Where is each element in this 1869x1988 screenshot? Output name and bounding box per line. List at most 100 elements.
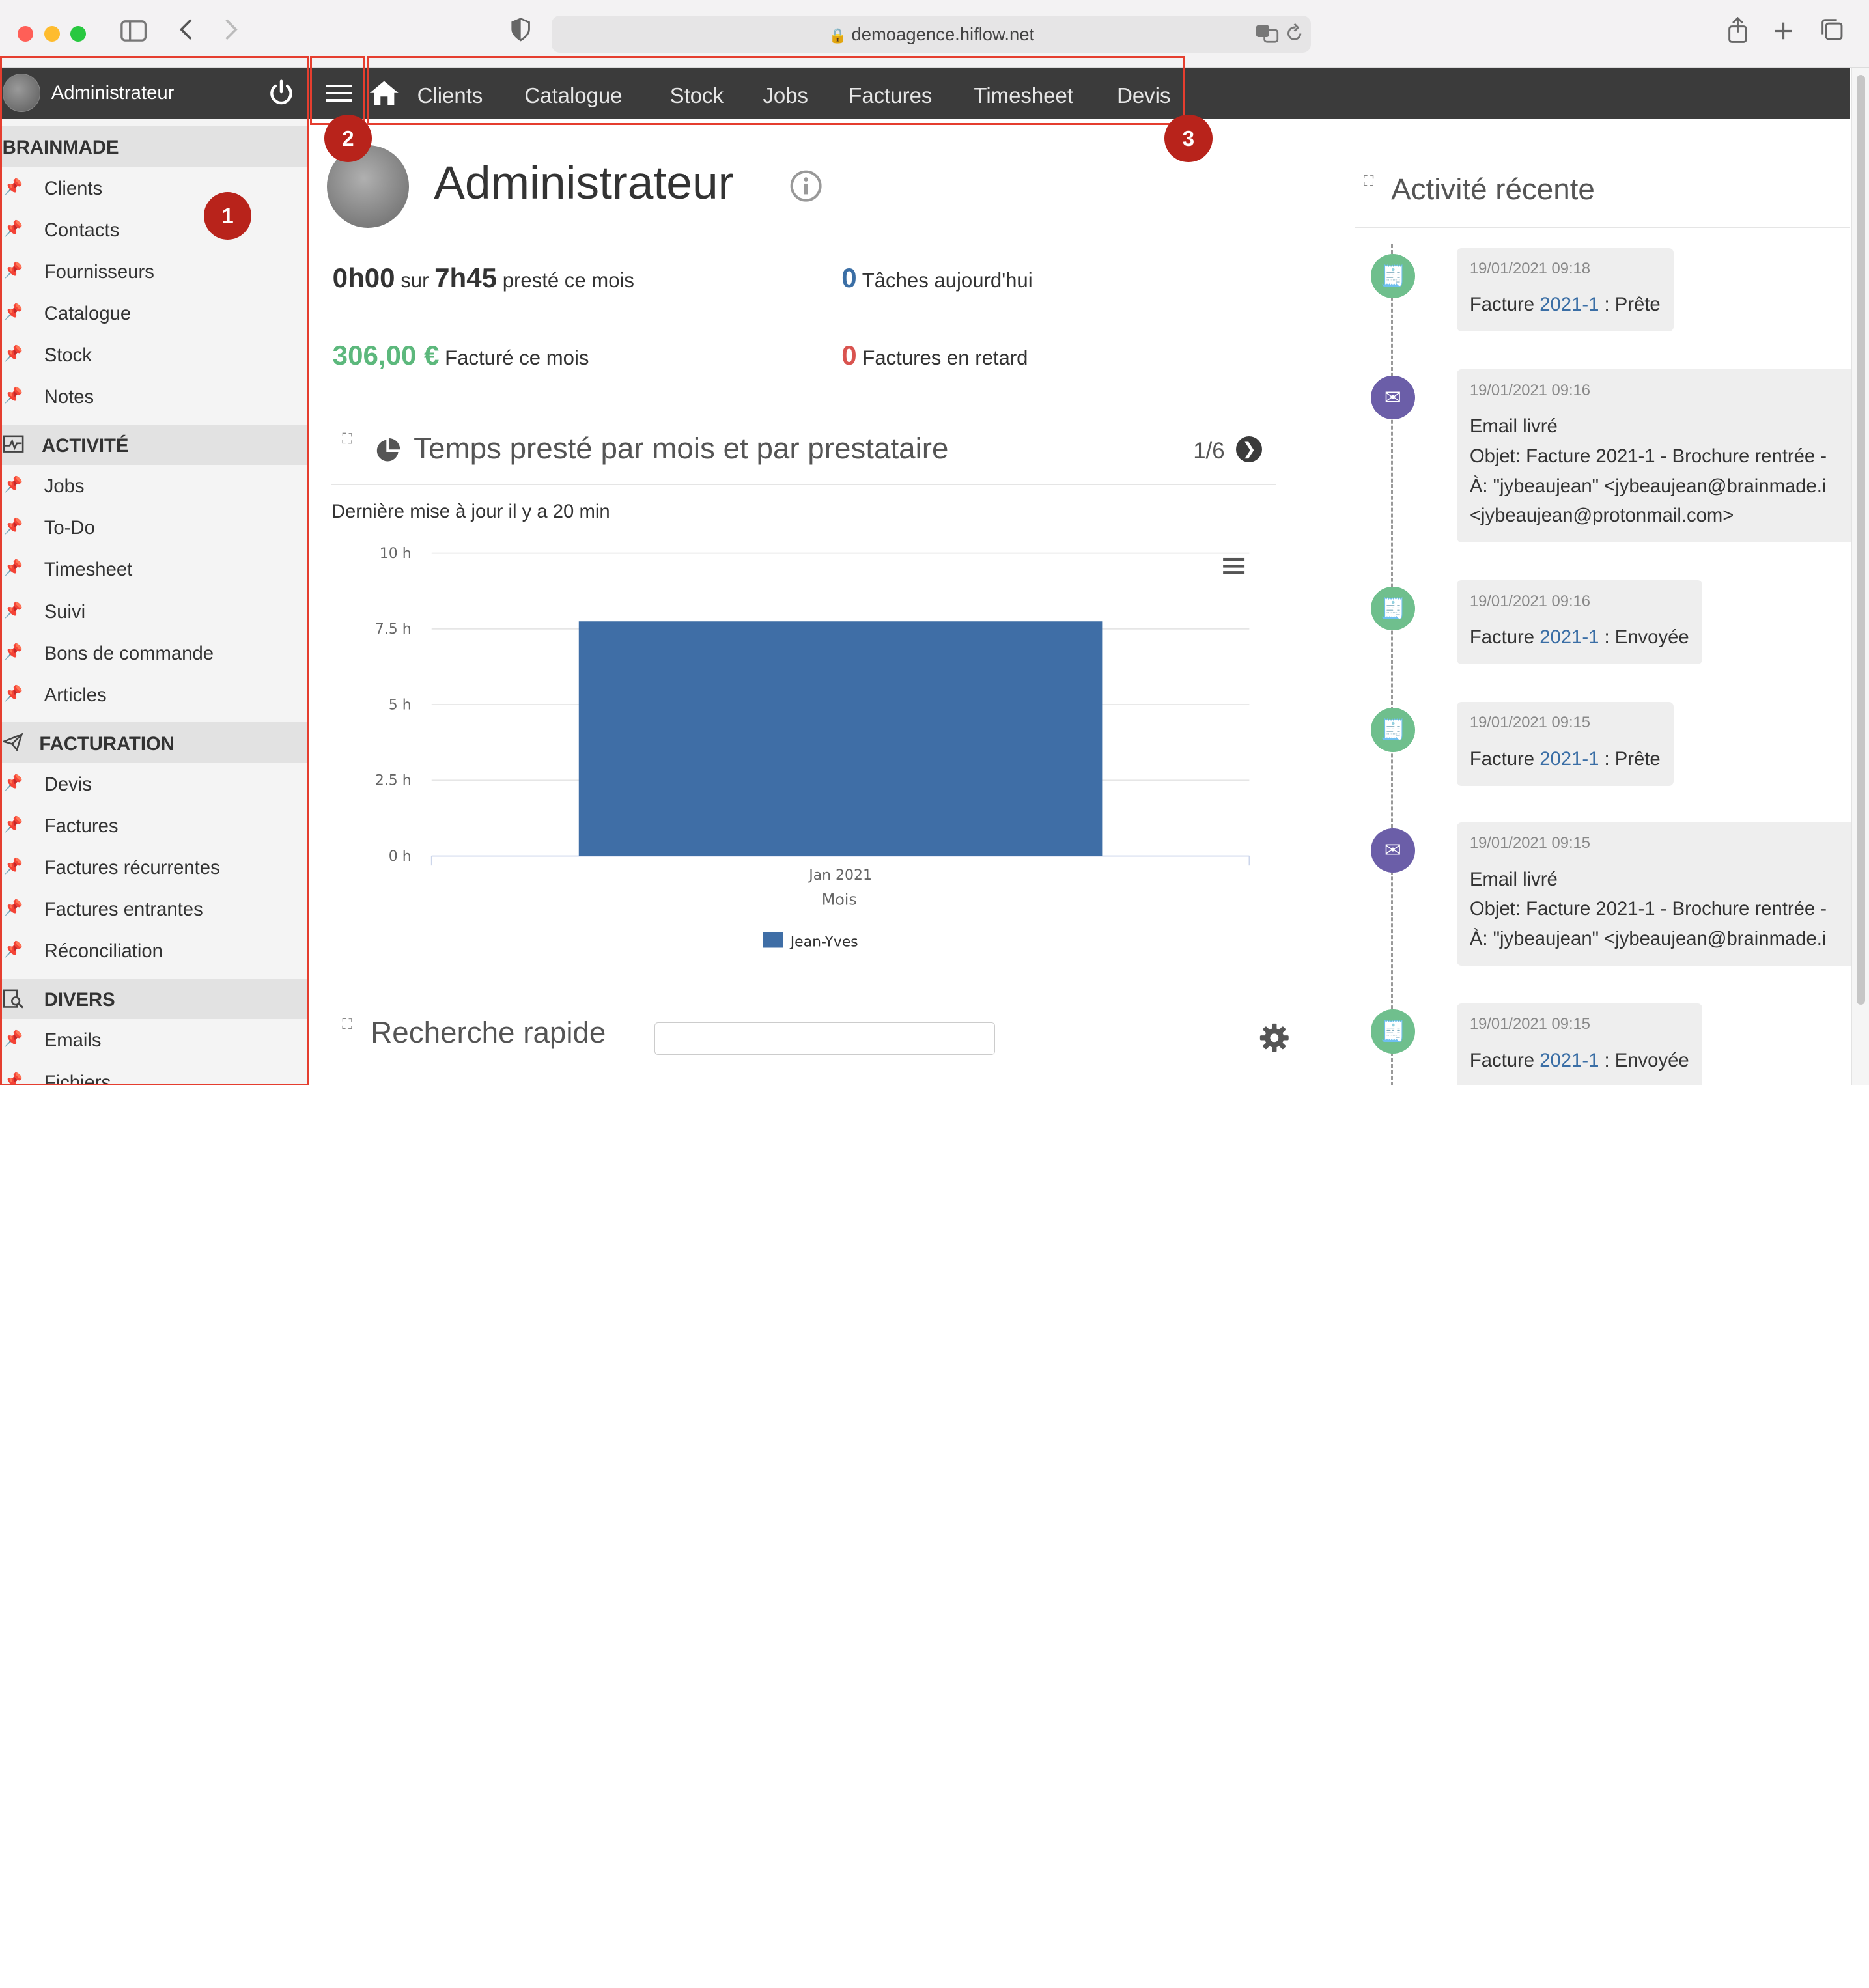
info-icon[interactable] bbox=[789, 169, 822, 203]
legend-label[interactable]: Jean-Yves bbox=[789, 934, 858, 950]
activity-status: : Envoyée bbox=[1599, 1049, 1689, 1071]
expand-icon[interactable]: ⛶ bbox=[342, 1016, 352, 1033]
x-axis-title: Mois bbox=[822, 890, 857, 908]
activity-text: Email livré bbox=[1469, 415, 1558, 438]
annotation-box-sidebar bbox=[0, 56, 309, 1086]
y-tick-label: 7.5 h bbox=[375, 621, 412, 637]
activity-entry: 19/01/2021 09:15 Facture 2021-1 : Envoyé… bbox=[1456, 1003, 1702, 1086]
activity-entry: 19/01/2021 09:15 Facture 2021-1 : Prête bbox=[1456, 702, 1674, 786]
divider bbox=[331, 484, 1276, 485]
annotation-badge: 3 bbox=[1164, 114, 1213, 162]
activity-text: Email livré bbox=[1469, 868, 1558, 890]
address-bar[interactable]: 🔒 demoagence.hiflow.net bbox=[552, 15, 1312, 53]
annotation-box-menu-toggle bbox=[309, 56, 365, 126]
url-text: demoagence.hiflow.net bbox=[851, 23, 1035, 44]
hours-sep: sur bbox=[400, 268, 429, 292]
last-update-text: Dernière mise à jour il y a 20 min bbox=[331, 500, 610, 522]
invoice-link[interactable]: 2021-1 bbox=[1539, 626, 1599, 648]
invoice-link[interactable]: 2021-1 bbox=[1539, 748, 1599, 770]
annotation-badge: 2 bbox=[324, 114, 372, 162]
y-tick-label: 2.5 h bbox=[375, 772, 412, 789]
y-tick-label: 10 h bbox=[380, 546, 412, 562]
new-tab-icon[interactable] bbox=[1773, 17, 1794, 50]
chart-menu-icon[interactable] bbox=[1222, 557, 1244, 574]
chart-x-labels: Jan 2021 bbox=[430, 856, 1250, 884]
activity-text: Facture bbox=[1469, 748, 1540, 770]
scrollbar[interactable] bbox=[1851, 68, 1869, 1086]
chart-widget-title: Temps presté par mois et par prestataire bbox=[414, 431, 949, 465]
expand-icon[interactable]: ⛶ bbox=[342, 430, 352, 447]
late-invoices-stat[interactable]: 0 Factures en retard bbox=[841, 340, 1028, 371]
share-icon[interactable] bbox=[1727, 16, 1749, 52]
hours-total: 7h45 bbox=[434, 262, 498, 293]
activity-entry: 19/01/2021 09:18 Facture 2021-1 : Prête bbox=[1456, 247, 1674, 332]
x-tick-label: Jan 2021 bbox=[808, 867, 872, 884]
activity-text: Facture bbox=[1469, 1049, 1540, 1071]
chart-legend: Jean-Yves bbox=[763, 932, 858, 950]
activity-text: Facture bbox=[1469, 626, 1540, 648]
legend-swatch[interactable] bbox=[763, 932, 783, 948]
forward-icon[interactable] bbox=[223, 17, 240, 50]
invoice-icon: 🧾 bbox=[1370, 1009, 1415, 1054]
activity-entry: 19/01/2021 09:15 Email livré Objet: Fact… bbox=[1456, 822, 1862, 966]
invoice-icon: 🧾 bbox=[1370, 708, 1415, 752]
close-window-button[interactable] bbox=[18, 26, 34, 42]
activity-date: 19/01/2021 09:15 bbox=[1469, 834, 1591, 852]
y-tick-label: 5 h bbox=[389, 697, 412, 713]
activity-text: Objet: Facture 2021-1 - Brochure rentrée… bbox=[1469, 898, 1827, 920]
envelope-icon: ✉ bbox=[1370, 828, 1415, 873]
activity-text: À: "jybeaujean" <jybeaujean@brainmade.i bbox=[1469, 928, 1827, 950]
back-icon[interactable] bbox=[178, 17, 195, 50]
sidebar-toggle-icon[interactable] bbox=[120, 17, 147, 50]
chart-pager: 1/6 bbox=[1193, 438, 1225, 464]
gear-icon[interactable] bbox=[1259, 1022, 1290, 1054]
bar-chart: 0 h 2.5 h 5 h 7.5 h 10 h Jan 2021 Mois Jean-… bbox=[375, 546, 1250, 950]
activity-title: Activité récente bbox=[1391, 173, 1595, 206]
zoom-window-button[interactable] bbox=[70, 26, 86, 42]
invoice-link[interactable]: 2021-1 bbox=[1539, 1050, 1599, 1071]
activity-date: 19/01/2021 09:15 bbox=[1469, 1015, 1591, 1033]
activity-text: <jybeaujean@protonmail.com> bbox=[1469, 505, 1734, 527]
invoiced-amount: 306,00 € bbox=[332, 339, 440, 371]
tabs-overview-icon[interactable] bbox=[1820, 17, 1844, 50]
divider bbox=[1355, 226, 1850, 228]
tasks-count: 0 bbox=[841, 262, 857, 293]
hours-done: 0h00 bbox=[332, 262, 395, 293]
next-chart-button[interactable]: ❯ bbox=[1236, 436, 1263, 463]
chart-bars bbox=[578, 621, 1103, 856]
activity-status: : Prête bbox=[1599, 294, 1661, 316]
invoice-icon: 🧾 bbox=[1370, 253, 1415, 298]
invoice-icon: 🧾 bbox=[1370, 586, 1415, 631]
annotation-box-topnav bbox=[367, 56, 1185, 126]
activity-text: Facture bbox=[1469, 294, 1540, 316]
y-tick-label: 0 h bbox=[389, 848, 412, 865]
invoice-link[interactable]: 2021-1 bbox=[1539, 294, 1599, 315]
bar[interactable] bbox=[578, 621, 1103, 856]
quick-search-input[interactable] bbox=[654, 1022, 996, 1055]
late-label: Factures en retard bbox=[862, 346, 1028, 369]
late-count: 0 bbox=[841, 339, 857, 371]
envelope-icon: ✉ bbox=[1370, 375, 1415, 420]
invoiced-label: Facturé ce mois bbox=[445, 346, 589, 369]
activity-text: Objet: Facture 2021-1 - Brochure rentrée… bbox=[1469, 445, 1827, 467]
tasks-label: Tâches aujourd'hui bbox=[862, 268, 1033, 292]
scroll-thumb[interactable] bbox=[1856, 75, 1865, 1005]
minimize-window-button[interactable] bbox=[44, 26, 60, 42]
activity-entry: 19/01/2021 09:16 Facture 2021-1 : Envoyé… bbox=[1456, 580, 1702, 665]
lock-icon: 🔒 bbox=[828, 27, 847, 44]
activity-date: 19/01/2021 09:16 bbox=[1469, 381, 1591, 399]
reload-icon[interactable] bbox=[1285, 23, 1304, 49]
expand-icon[interactable]: ⛶ bbox=[1364, 173, 1373, 189]
pie-chart-icon bbox=[374, 438, 400, 464]
hours-stat: 0h00 sur 7h45 presté ce mois bbox=[333, 262, 634, 294]
activity-date: 19/01/2021 09:15 bbox=[1469, 714, 1591, 732]
activity-status: : Prête bbox=[1599, 748, 1661, 770]
quick-search-title: Recherche rapide bbox=[371, 1015, 606, 1049]
activity-date: 19/01/2021 09:16 bbox=[1469, 592, 1591, 610]
timeline-line bbox=[1391, 244, 1393, 1086]
tasks-stat[interactable]: 0 Tâches aujourd'hui bbox=[841, 262, 1032, 294]
activity-status: : Envoyée bbox=[1599, 626, 1689, 648]
translate-icon[interactable] bbox=[1255, 23, 1279, 49]
shield-icon[interactable] bbox=[511, 17, 531, 50]
invoiced-stat: 306,00 € Facturé ce mois bbox=[333, 340, 589, 371]
